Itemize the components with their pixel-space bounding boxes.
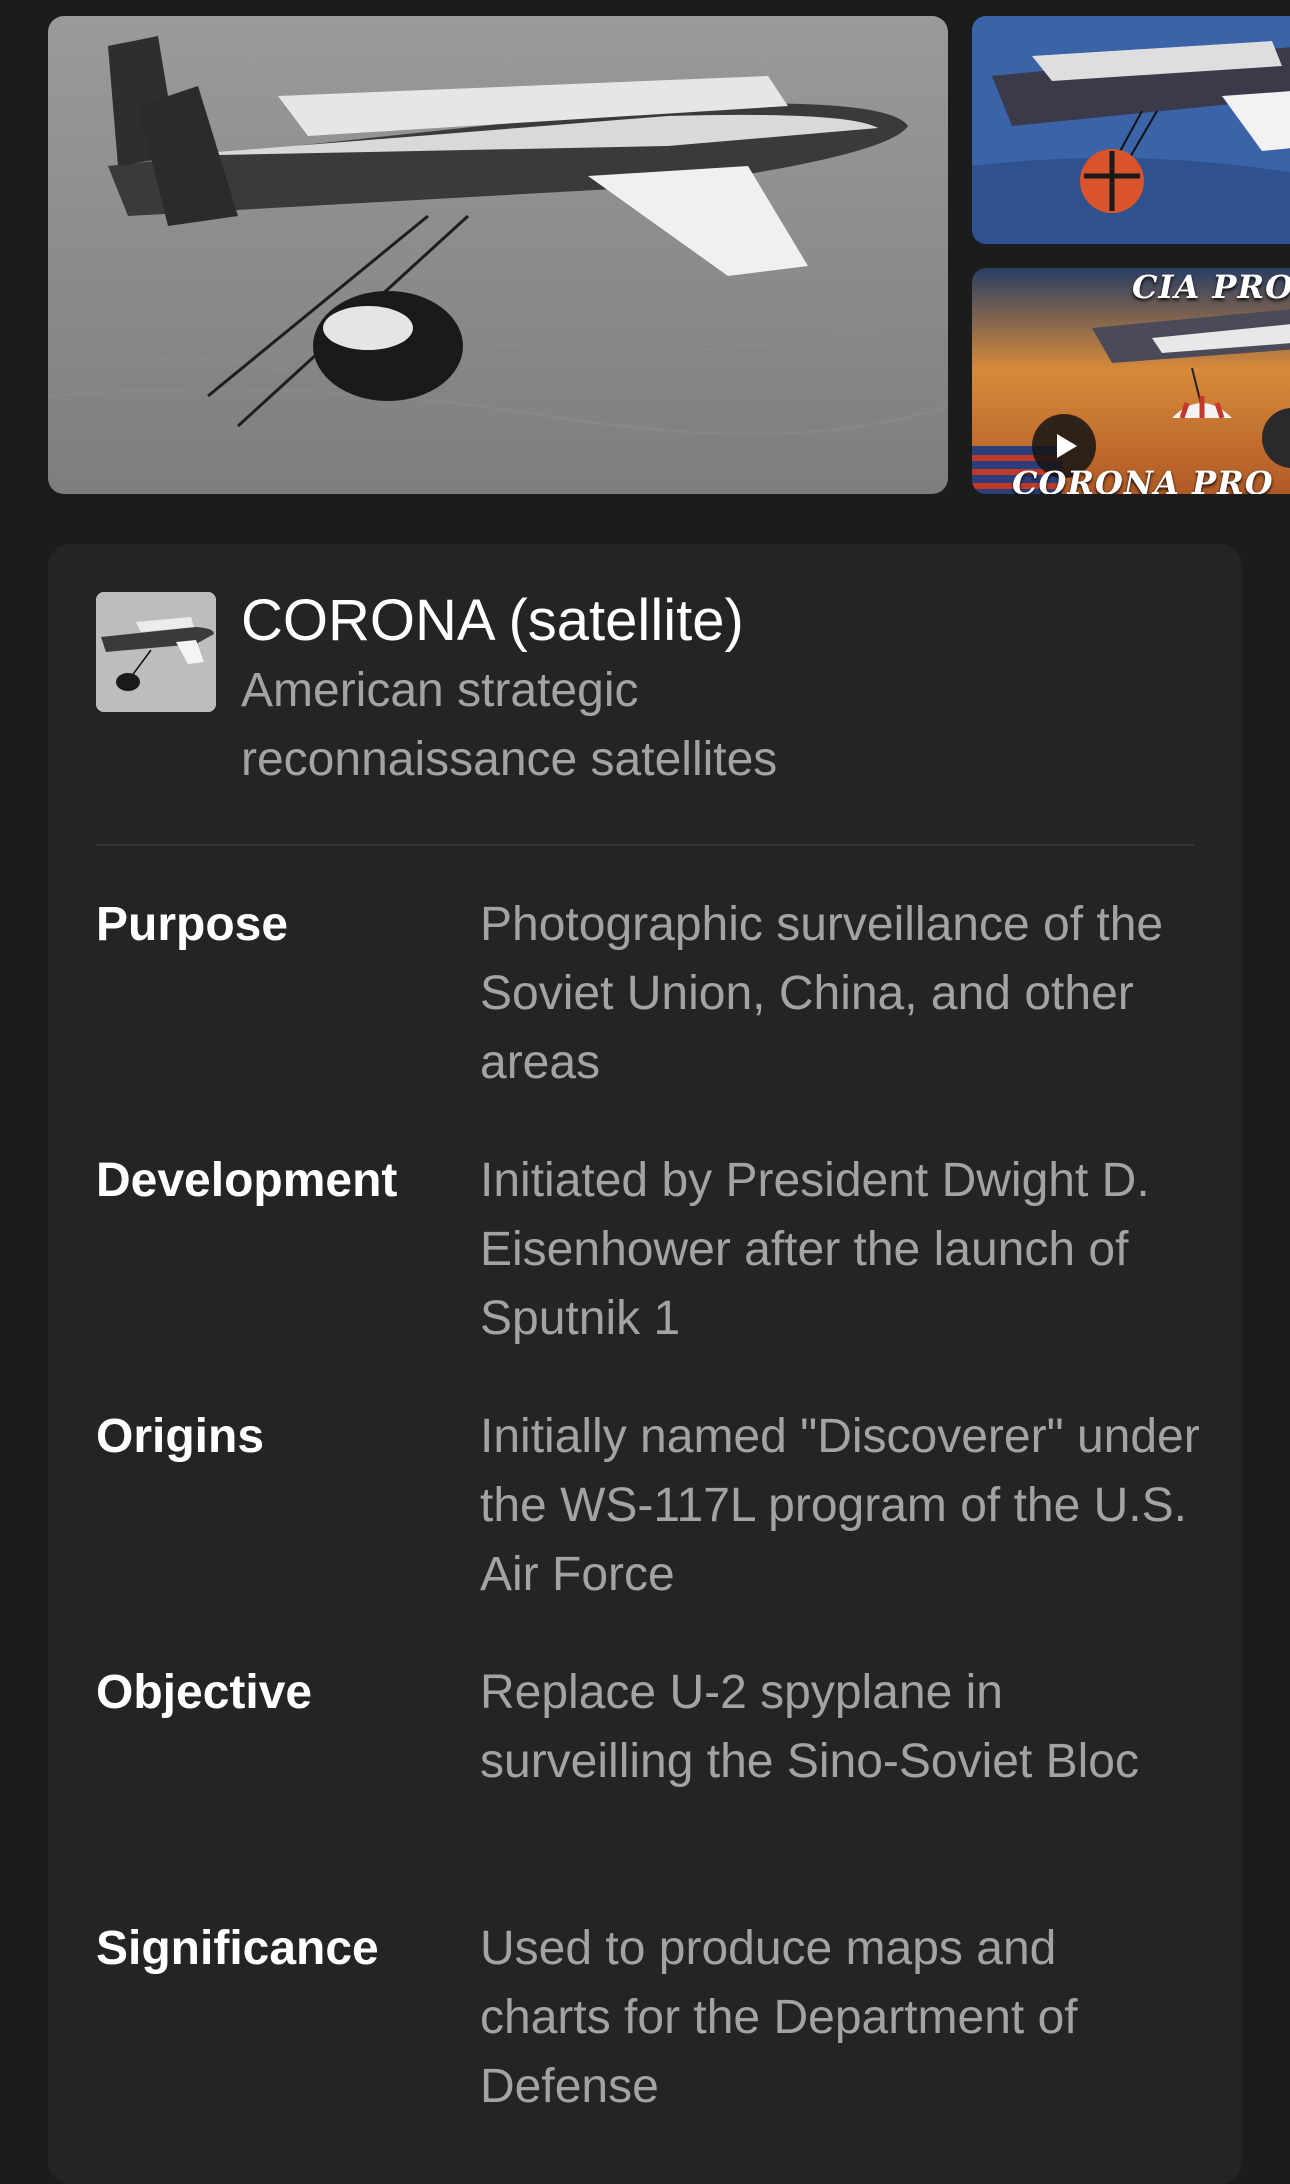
aircraft-photo-color — [972, 16, 1290, 244]
fact-value: Replace U-2 spyplane in surveilling the … — [480, 1666, 1139, 1788]
fact-label: Objective — [96, 1666, 313, 1719]
facts-list: Purpose Photographic surveillance of the… — [96, 890, 1200, 2170]
fact-value: Initially named "Discoverer" under the W… — [480, 1410, 1200, 1601]
fact-value: Initiated by President Dwight D. Eisenho… — [480, 1154, 1150, 1345]
fact-row-significance: Significance Used to produce maps and ch… — [96, 1914, 1194, 2170]
side-image-top[interactable] — [972, 16, 1290, 244]
main-image[interactable] — [48, 16, 948, 494]
fact-label: Development — [96, 1154, 398, 1207]
fact-row-objective: Objective Replace U-2 spyplane in survei… — [96, 1658, 1194, 1914]
fact-row-purpose: Purpose Photographic surveillance of the… — [96, 890, 1194, 1146]
fact-row-development: Development Initiated by President Dwigh… — [96, 1146, 1194, 1402]
fact-value: Photographic surveillance of the Soviet … — [480, 898, 1164, 1089]
entity-subtitle: American strategic reconnaissance satell… — [241, 664, 778, 786]
fact-row-origins: Origins Initially named "Discoverer" und… — [96, 1402, 1200, 1658]
video-overlay-title-top: CIA PROC — [1132, 268, 1290, 306]
knowledge-panel-card: CORONA (satellite) American strategic re… — [48, 544, 1242, 2184]
aircraft-photo-bw — [48, 16, 948, 494]
fact-label: Purpose — [96, 898, 289, 951]
divider — [96, 844, 1194, 846]
fact-label: Significance — [96, 1922, 379, 1975]
side-video[interactable]: CIA PROC CORONA PRO — [972, 268, 1290, 494]
fact-label: Origins — [96, 1410, 265, 1463]
entity-title: CORONA (satellite) — [241, 588, 744, 653]
thumbnail-aircraft-image — [96, 592, 216, 712]
image-gallery: CIA PROC CORONA PRO — [0, 0, 1290, 500]
video-overlay-title-bottom: CORONA PRO — [1012, 464, 1274, 494]
entity-thumbnail[interactable] — [96, 592, 216, 712]
fact-value: Used to produce maps and charts for the … — [480, 1922, 1078, 2113]
